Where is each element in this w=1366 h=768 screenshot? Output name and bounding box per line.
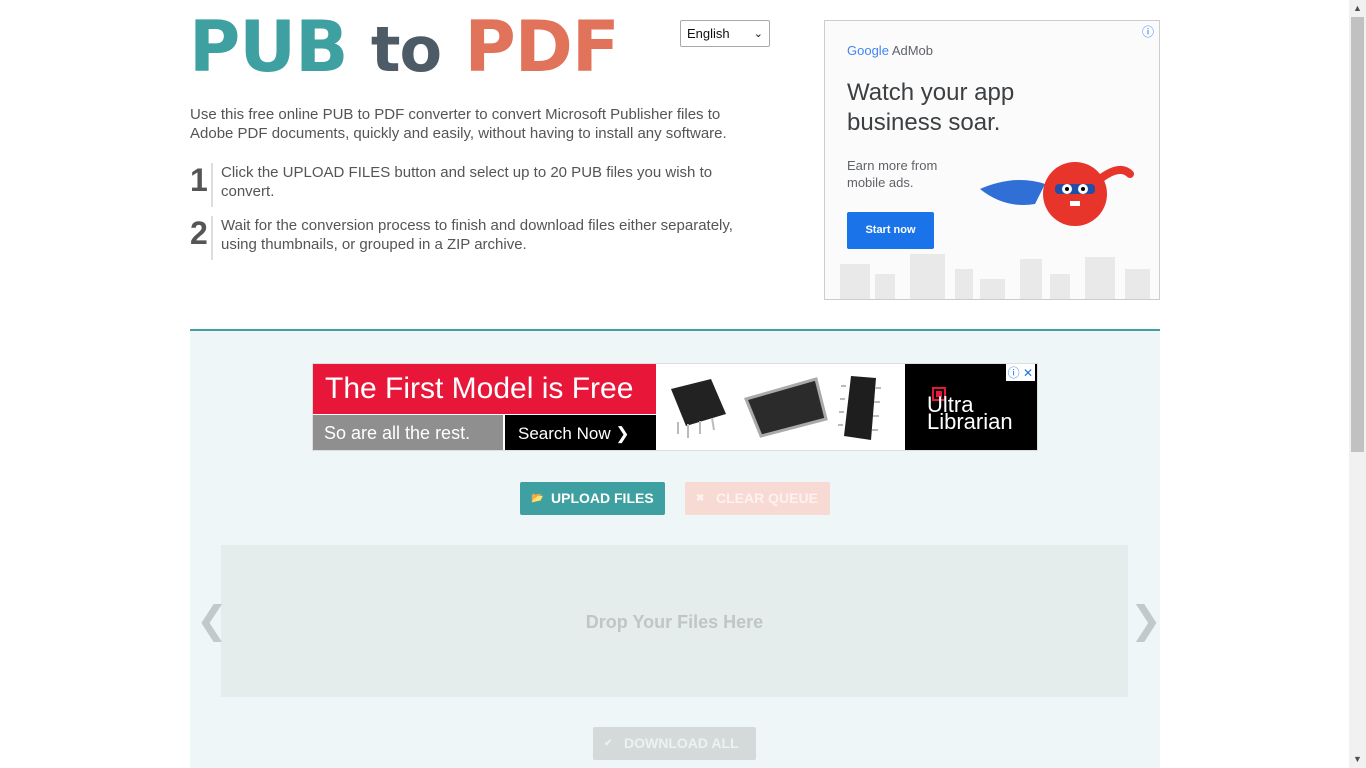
step-number: 2 — [190, 215, 208, 251]
close-icon[interactable]: ✕ — [1023, 366, 1033, 380]
clear-queue-label: CLEAR QUEUE — [716, 490, 818, 506]
download-all-button[interactable]: ✔ DOWNLOAD ALL — [593, 727, 756, 760]
chevron-left-icon[interactable]: ❮ — [196, 598, 228, 642]
language-select[interactable]: English ⌄ — [680, 20, 770, 47]
folder-open-icon: 📂 — [531, 493, 544, 504]
intro-text: Use this free online PUB to PDF converte… — [190, 106, 727, 142]
logo-to: to — [370, 13, 442, 86]
chevron-right-icon[interactable]: ❯ — [1130, 598, 1162, 642]
language-select-value: English — [687, 26, 730, 41]
upload-files-button[interactable]: 📂 UPLOAD FILES — [520, 482, 665, 515]
banner-subtext: So are all the rest. — [313, 415, 503, 450]
admob-ad[interactable]: ⓘ Google AdMob Watch your app business s… — [824, 20, 1160, 300]
drop-zone-label: Drop Your Files Here — [585, 612, 764, 632]
logo-pub: PUB — [189, 6, 348, 88]
logo-pdf: PDF — [464, 6, 619, 88]
page-scrollbar[interactable]: ▲ ▼ — [1349, 0, 1366, 768]
download-all-label: DOWNLOAD ALL — [624, 735, 739, 751]
clear-queue-button[interactable]: ✖ CLEAR QUEUE — [685, 482, 830, 515]
ad-brand-google: Google — [847, 43, 889, 58]
ad-choices[interactable]: ⓘ ✕ — [1005, 364, 1035, 381]
banner-search-now-button[interactable]: Search Now ❯ — [505, 415, 656, 450]
skyline-graphic-icon — [840, 254, 1150, 299]
file-drop-zone[interactable]: Drop Your Files Here — [221, 545, 1128, 697]
ad-brand-product: AdMob — [891, 43, 934, 58]
ad-info-icon[interactable]: ⓘ — [1142, 23, 1154, 40]
scroll-down-arrow-icon[interactable]: ▼ — [1349, 751, 1366, 768]
ad-start-now-button[interactable]: Start now — [847, 212, 934, 249]
ad-brand: Google AdMob — [847, 43, 933, 58]
step-text: Click the UPLOAD FILES button and select… — [221, 164, 713, 200]
upload-files-label: UPLOAD FILES — [551, 490, 654, 506]
step-divider — [211, 216, 213, 260]
ad-subtext: Earn more from mobile ads. — [847, 158, 938, 190]
ultralibrarian-ad[interactable]: The First Model is Free So are all the r… — [312, 363, 1038, 451]
step-text: Wait for the conversion process to finis… — [221, 217, 733, 253]
chips-image-icon — [671, 376, 881, 440]
scrollbar-thumb[interactable] — [1351, 17, 1364, 452]
close-icon: ✖ — [696, 493, 705, 504]
site-logo[interactable]: PUB to PDF — [189, 12, 620, 83]
step-divider — [211, 163, 213, 207]
scroll-up-arrow-icon[interactable]: ▲ — [1349, 0, 1366, 17]
checkmark-icon: ✔ — [604, 738, 613, 749]
ad-info-icon[interactable]: ⓘ — [1008, 366, 1020, 380]
chevron-down-icon: ⌄ — [753, 28, 763, 40]
flying-mascot-icon — [980, 162, 1134, 226]
step-number: 1 — [190, 162, 208, 198]
ad-headline: Watch your app business soar. — [847, 79, 1015, 136]
logo-line-2: Librarian — [927, 409, 1013, 434]
banner-headline: The First Model is Free — [313, 364, 656, 414]
